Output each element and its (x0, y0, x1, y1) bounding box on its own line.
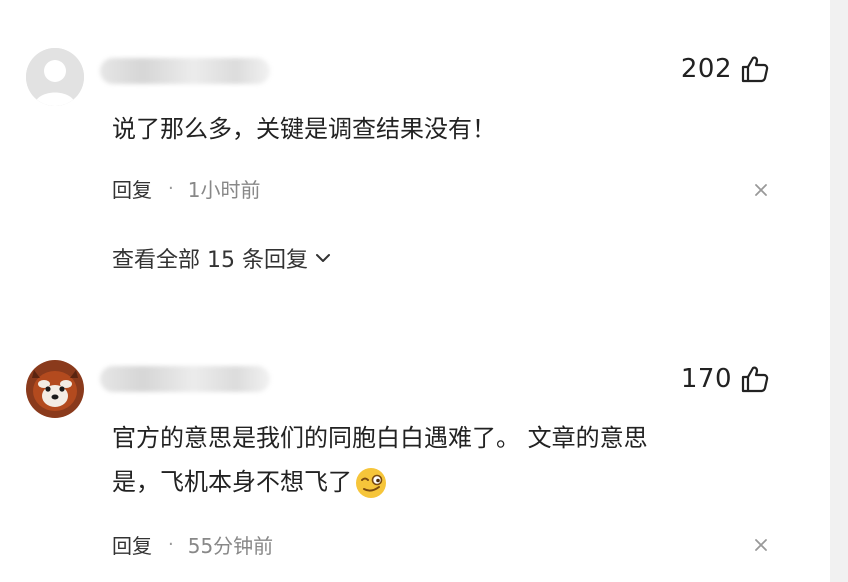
timestamp: 55分钟前 (187, 534, 274, 558)
comment-meta: 回复 · 55分钟前 (112, 530, 273, 559)
meta-separator: · (168, 534, 174, 555)
like-count: 170 (680, 364, 732, 394)
scrollbar[interactable] (830, 0, 848, 582)
like-group[interactable]: 170 (681, 364, 770, 394)
comment-text-line-2: 是，飞机本身不想飞了 (112, 460, 772, 504)
smirk-emoji-icon (356, 468, 386, 498)
comment-text-line-1: 官方的意思是我们的同胞白白遇难了。 文章的意思 (112, 424, 648, 452)
avatar[interactable] (26, 360, 84, 418)
close-icon[interactable] (752, 536, 770, 554)
comment-text-line-2-text: 是，飞机本身不想飞了 (112, 468, 352, 496)
comment-text: 官方的意思是我们的同胞白白遇难了。 文章的意思 是，飞机本身不想飞了 (112, 416, 772, 504)
thumbs-up-icon[interactable] (740, 364, 770, 394)
username-blurred (100, 366, 270, 392)
comment-item-2: 170 官方的意思是我们的同胞白白遇难了。 文章的意思 是，飞机本身不想飞了 回… (0, 0, 830, 582)
reply-button[interactable]: 回复 (112, 530, 152, 559)
red-panda-avatar-icon (26, 360, 84, 418)
